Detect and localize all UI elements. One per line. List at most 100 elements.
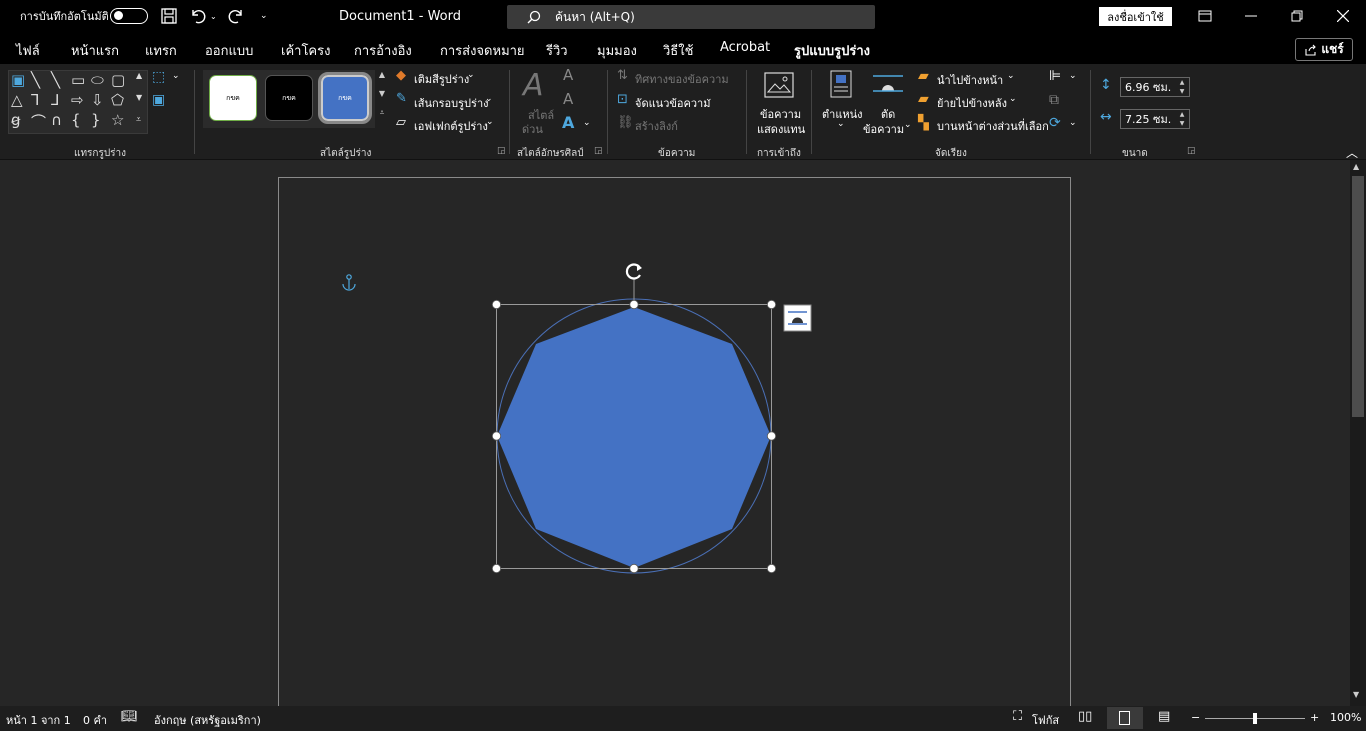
shape-style-blue[interactable]: กขค	[318, 72, 372, 124]
tab-acrobat[interactable]: Acrobat	[720, 40, 770, 55]
line-shape-icon[interactable]: ╲	[31, 71, 40, 89]
gallery-more-icon[interactable]: ⩡	[136, 115, 141, 125]
wordart-launcher-icon[interactable]: ◲	[594, 146, 603, 156]
web-layout-icon[interactable]: ▤	[1158, 709, 1170, 724]
proofing-icon[interactable]: 📖︎	[121, 709, 138, 724]
styles-down-icon[interactable]: ▼	[376, 89, 388, 108]
wrap-text-icon[interactable]	[873, 74, 903, 99]
arrow-line-shape-icon[interactable]: ╲	[51, 71, 60, 89]
read-mode-icon[interactable]: ▯▯	[1078, 709, 1092, 724]
textbox-shape-icon[interactable]: ▣	[11, 71, 25, 89]
bring-forward-icon[interactable]: ▰	[918, 68, 929, 84]
styles-more-icon[interactable]: ⩡	[376, 108, 388, 127]
align-dropdown-icon[interactable]: ⌄	[1069, 71, 1077, 81]
tab-home[interactable]: หน้าแรก	[71, 40, 119, 61]
focus-icon[interactable]: ⛶	[1013, 709, 1022, 724]
restore-icon[interactable]	[1274, 0, 1320, 32]
height-spinner[interactable]: ▲ ▼	[1175, 78, 1189, 96]
ribbon-display-icon[interactable]	[1182, 0, 1228, 32]
shape-style-black[interactable]: กขค	[265, 75, 313, 121]
rotate-dropdown-icon[interactable]: ⌄	[1069, 118, 1077, 128]
undo-dropdown-icon[interactable]: ⌄	[210, 0, 217, 32]
layout-options-icon[interactable]	[783, 304, 812, 332]
zoom-level[interactable]: 100%	[1330, 711, 1361, 724]
draw-textbox-icon[interactable]: ▣	[152, 92, 165, 108]
resize-handle[interactable]	[629, 563, 639, 574]
resize-handle[interactable]	[491, 563, 502, 574]
resize-handle[interactable]	[766, 299, 777, 310]
redo-icon[interactable]	[227, 0, 245, 32]
selection-pane-button[interactable]: บานหน้าต่างส่วนที่เลือก	[937, 117, 1049, 135]
rectangle-shape-icon[interactable]: ▭	[71, 71, 85, 89]
shape-outline-dropdown-icon[interactable]: ⌄	[485, 94, 493, 104]
position-icon[interactable]	[830, 70, 852, 101]
shape-fill-button[interactable]: เติมสีรูปร่าง	[414, 70, 469, 88]
resize-handle[interactable]	[629, 299, 639, 310]
freeform-shape-icon[interactable]: ꞡ	[11, 111, 21, 129]
scroll-down-icon[interactable]: ▼	[1353, 690, 1359, 699]
share-button[interactable]: แชร์	[1295, 38, 1353, 61]
gallery-up-icon[interactable]: ▲	[136, 71, 142, 80]
shape-effects-button[interactable]: เอฟเฟกต์รูปร่าง	[414, 117, 488, 135]
arc-shape-icon[interactable]: ⌒	[31, 111, 46, 132]
edit-shape-icon[interactable]: ⬚	[152, 69, 165, 85]
tab-references[interactable]: การอ้างอิง	[354, 40, 412, 61]
rotate-icon[interactable]: ⟳	[1049, 115, 1061, 131]
align-icon[interactable]: ⊫	[1049, 68, 1061, 84]
triangle-shape-icon[interactable]: △	[11, 91, 23, 109]
connector-shape-icon[interactable]: ⅂	[31, 91, 39, 109]
collapse-ribbon-icon[interactable]: ︿	[1346, 144, 1358, 161]
search-box[interactable]: ค้นหา (Alt+Q)	[507, 5, 875, 29]
height-input[interactable]: 6.96 ซม. ▲ ▼	[1120, 77, 1190, 97]
focus-button[interactable]: โฟกัส	[1032, 711, 1059, 729]
shape-outline-icon[interactable]: ✎	[396, 91, 407, 106]
width-input[interactable]: 7.25 ซม. ▲ ▼	[1120, 109, 1190, 129]
print-layout-button[interactable]	[1107, 707, 1143, 729]
styles-gallery-scroll[interactable]: ▲ ▼ ⩡	[376, 70, 388, 128]
autosave-toggle[interactable]	[110, 0, 148, 32]
text-effects-dropdown-icon[interactable]: ⌄	[583, 118, 591, 128]
right-brace-shape-icon[interactable]: }	[91, 111, 101, 129]
alt-text-icon[interactable]	[764, 72, 794, 101]
close-icon[interactable]	[1320, 0, 1366, 32]
width-spinner[interactable]: ▲ ▼	[1175, 110, 1189, 128]
wrap-text-dropdown-icon[interactable]: ⌄	[904, 120, 912, 130]
scroll-up-icon[interactable]: ▲	[1353, 162, 1359, 171]
alt-text-label-2[interactable]: แสดงแทน	[757, 120, 805, 138]
zoom-slider-thumb[interactable]	[1253, 713, 1257, 724]
styles-up-icon[interactable]: ▲	[376, 70, 388, 89]
star-shape-icon[interactable]: ☆	[111, 111, 124, 129]
shapes-gallery[interactable]: ▣ ╲ ╲ ▭ ⬭ ▢ △ ⅂ ⅃ ⇨ ⇩ ⬠ ꞡ ⌒ ∩ { } ☆ ▲ ▼ …	[8, 70, 148, 134]
tab-layout[interactable]: เค้าโครง	[281, 40, 330, 61]
edit-shape-dropdown-icon[interactable]: ⌄	[172, 71, 180, 81]
rotate-handle-icon[interactable]	[625, 263, 642, 280]
zoom-in-icon[interactable]: +	[1310, 711, 1319, 724]
position-dropdown-icon[interactable]: ⌄	[837, 119, 845, 129]
elbow-connector-icon[interactable]: ⅃	[51, 91, 59, 109]
left-brace-shape-icon[interactable]: {	[71, 111, 81, 129]
scroll-thumb[interactable]	[1352, 176, 1364, 417]
resize-handle[interactable]	[766, 431, 777, 441]
shape-effects-icon[interactable]: ▱	[396, 115, 406, 130]
tab-insert[interactable]: แทรก	[145, 40, 177, 61]
text-effects-icon[interactable]: A	[562, 113, 574, 132]
size-launcher-icon[interactable]: ◲	[1187, 146, 1196, 156]
rounded-rect-shape-icon[interactable]: ▢	[111, 71, 125, 89]
shape-outline-button[interactable]: เส้นกรอบรูปร่าง	[414, 94, 489, 112]
align-text-button[interactable]: จัดแนวข้อความ	[635, 94, 710, 112]
callout-shape-icon[interactable]: ⬠	[111, 91, 124, 109]
tab-mailings[interactable]: การส่งจดหมาย	[440, 40, 525, 61]
resize-handle[interactable]	[491, 431, 502, 441]
send-backward-dropdown-icon[interactable]: ⌄	[1009, 94, 1017, 104]
oval-shape-icon[interactable]: ⬭	[91, 71, 104, 89]
shape-styles-launcher-icon[interactable]: ◲	[497, 146, 506, 156]
resize-handle[interactable]	[491, 299, 502, 310]
language-indicator[interactable]: อังกฤษ (สหรัฐอเมริกา)	[154, 711, 261, 729]
shape-effects-dropdown-icon[interactable]: ⌄	[486, 117, 494, 127]
document-canvas[interactable]	[0, 160, 1350, 706]
tab-view[interactable]: มุมมอง	[597, 40, 637, 61]
sign-in-button[interactable]: ลงชื่อเข้าใช้	[1099, 7, 1172, 26]
shape-fill-icon[interactable]: ◆	[396, 68, 406, 83]
undo-icon[interactable]	[189, 0, 207, 32]
shape-styles-gallery[interactable]: กขค กขค กขค	[203, 70, 375, 128]
